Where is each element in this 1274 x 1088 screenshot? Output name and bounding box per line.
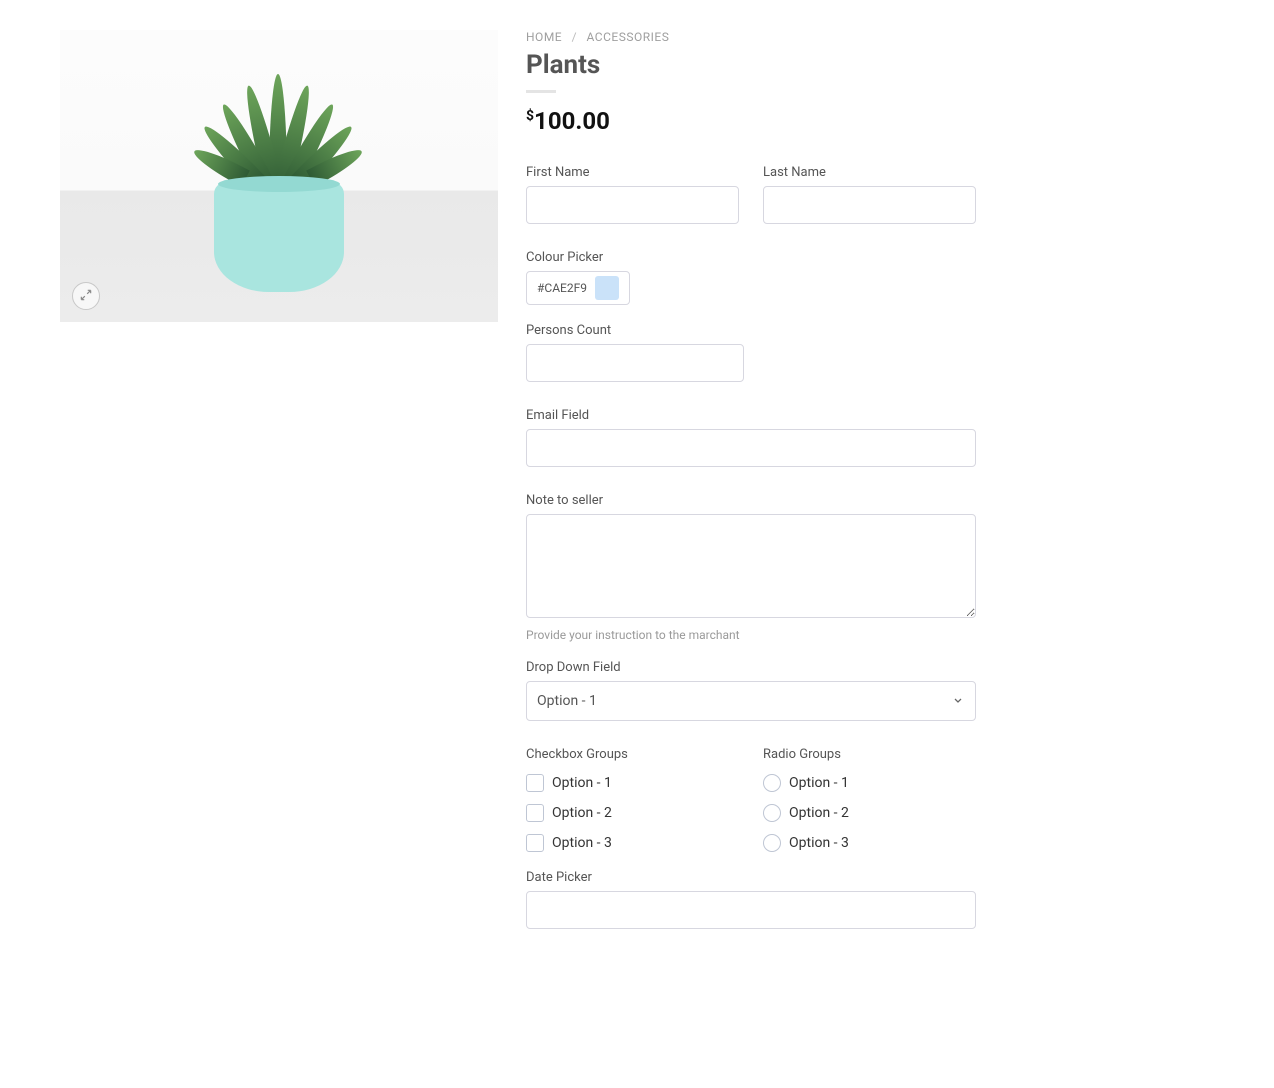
colour-picker-label: Colour Picker <box>526 250 976 265</box>
first-name-label: First Name <box>526 165 739 180</box>
plant-illustration <box>189 64 369 194</box>
price-currency: $ <box>526 108 534 124</box>
breadcrumb-separator: / <box>572 30 577 44</box>
radio-icon <box>763 804 781 822</box>
radio-option-3[interactable]: Option - 3 <box>763 834 976 852</box>
dropdown-field-label: Drop Down Field <box>526 660 976 675</box>
checkbox-option-3[interactable]: Option - 3 <box>526 834 739 852</box>
checkbox-option-2-label: Option - 2 <box>552 805 612 821</box>
product-image[interactable] <box>60 30 498 322</box>
note-helper-text: Provide your instruction to the marchant <box>526 628 976 642</box>
price-amount: 100.00 <box>534 107 610 135</box>
radio-option-1-label: Option - 1 <box>789 775 849 791</box>
last-name-label: Last Name <box>763 165 976 180</box>
product-price: $100.00 <box>526 107 976 135</box>
last-name-input[interactable] <box>763 186 976 224</box>
note-to-seller-textarea[interactable] <box>526 514 976 618</box>
colour-picker-hex: #CAE2F9 <box>537 281 587 295</box>
expand-icon <box>79 287 93 306</box>
plant-pot <box>214 182 344 292</box>
checkbox-option-1[interactable]: Option - 1 <box>526 774 739 792</box>
persons-count-label: Persons Count <box>526 323 744 338</box>
radio-icon <box>763 834 781 852</box>
breadcrumb: HOME / ACCESSORIES <box>526 30 976 44</box>
checkbox-groups-label: Checkbox Groups <box>526 747 739 762</box>
radio-option-2-label: Option - 2 <box>789 805 849 821</box>
checkbox-icon <box>526 804 544 822</box>
breadcrumb-category-link[interactable]: ACCESSORIES <box>587 30 670 44</box>
breadcrumb-home-link[interactable]: HOME <box>526 30 562 44</box>
radio-option-2[interactable]: Option - 2 <box>763 804 976 822</box>
checkbox-option-1-label: Option - 1 <box>552 775 612 791</box>
email-field-label: Email Field <box>526 408 976 423</box>
email-field-input[interactable] <box>526 429 976 467</box>
radio-option-1[interactable]: Option - 1 <box>763 774 976 792</box>
expand-image-button[interactable] <box>72 282 100 310</box>
date-picker-input[interactable] <box>526 891 976 929</box>
colour-swatch <box>595 276 619 300</box>
radio-groups-label: Radio Groups <box>763 747 976 762</box>
radio-icon <box>763 774 781 792</box>
title-divider <box>526 90 556 93</box>
radio-option-3-label: Option - 3 <box>789 835 849 851</box>
checkbox-icon <box>526 774 544 792</box>
checkbox-option-2[interactable]: Option - 2 <box>526 804 739 822</box>
checkbox-icon <box>526 834 544 852</box>
product-title: Plants <box>526 50 976 80</box>
note-to-seller-label: Note to seller <box>526 493 976 508</box>
dropdown-field-select[interactable]: Option - 1 <box>526 681 976 721</box>
first-name-input[interactable] <box>526 186 739 224</box>
checkbox-option-3-label: Option - 3 <box>552 835 612 851</box>
persons-count-input[interactable] <box>526 344 744 382</box>
colour-picker-input[interactable]: #CAE2F9 <box>526 271 630 305</box>
date-picker-label: Date Picker <box>526 870 976 885</box>
